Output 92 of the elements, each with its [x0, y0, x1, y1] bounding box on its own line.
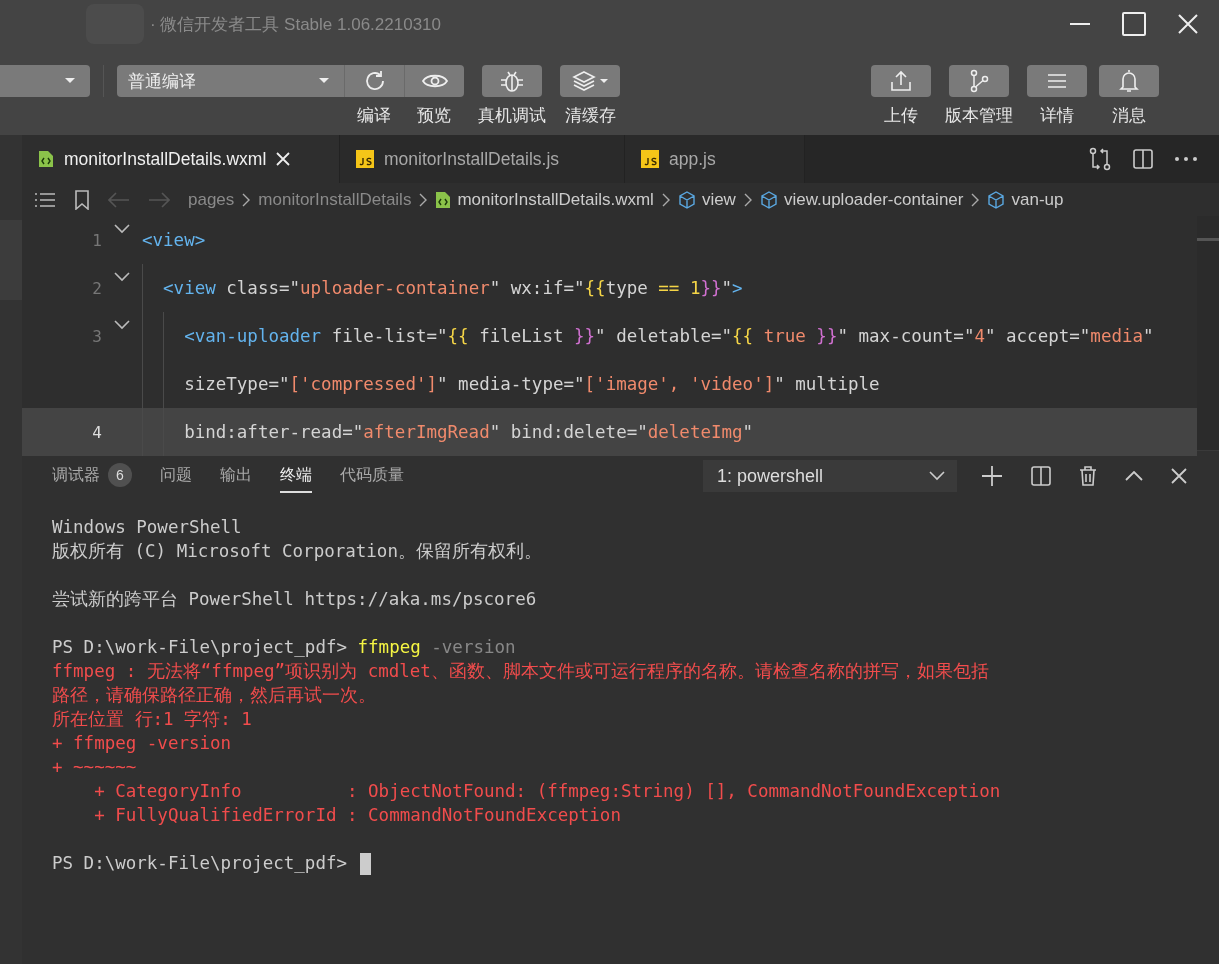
panel-tab[interactable]: 调试器 6	[52, 459, 132, 493]
trash-icon[interactable]	[1079, 466, 1097, 486]
cube-icon	[677, 190, 696, 209]
upload-label: 上传	[884, 105, 918, 127]
maximize-icon	[1122, 12, 1146, 36]
cube-icon	[759, 190, 778, 209]
terminal-line: PS D:\work-File\project_pdf> ffmpeg -version	[52, 636, 516, 659]
code-line: <view class="uploader-container" wx:if="{{type == 1}}">	[162, 278, 743, 298]
layers-icon	[572, 70, 608, 92]
preview-button[interactable]	[404, 65, 464, 97]
minimize-icon	[1069, 23, 1091, 25]
chevron-right-icon	[419, 192, 428, 207]
chevron-right-icon	[743, 192, 752, 207]
panel-tab[interactable]: 输出	[220, 459, 252, 493]
editor-tab[interactable]: app.js	[625, 135, 805, 183]
panel-tab[interactable]: 代码质量	[340, 459, 404, 493]
terminal-line: + ~~~~~~	[52, 756, 137, 779]
eye-icon	[421, 72, 448, 90]
list-icon[interactable]	[34, 191, 56, 208]
breadcrumb-item[interactable]: view.uploader-container	[783, 189, 964, 210]
terminal-line: 所在位置 行:1 字符: 1	[52, 708, 252, 731]
js-file-icon	[641, 150, 659, 168]
terminal-dropdown[interactable]: 1: powershell	[703, 460, 957, 492]
more-icon[interactable]	[1175, 157, 1197, 161]
upload-button[interactable]	[871, 65, 931, 97]
cache-label: 清缓存	[564, 105, 616, 127]
menu-icon	[1047, 73, 1067, 89]
line-number: 1	[92, 230, 102, 250]
compare-icon[interactable]	[1089, 147, 1111, 171]
compile-button[interactable]	[344, 65, 404, 97]
breadcrumb-item[interactable]: monitorInstallDetails.wxml	[457, 189, 654, 210]
count-badge: 6	[108, 463, 132, 487]
terminal-line: + FullyQualifiedErrorId : CommandNotFoundException	[93, 804, 621, 827]
split-icon[interactable]	[1133, 149, 1153, 169]
editor-tab[interactable]: monitorInstallDetails.wxml	[22, 135, 340, 183]
chevron-up-icon[interactable]	[1125, 471, 1143, 481]
compile-label: 编译	[357, 105, 391, 127]
line-number: 2	[92, 278, 102, 298]
chevron-down-icon[interactable]	[114, 224, 130, 234]
terminal-line: PS D:\work-File\project_pdf>	[52, 851, 371, 875]
plus-icon[interactable]	[981, 465, 1003, 487]
line-number: 4	[92, 422, 102, 442]
details-button[interactable]	[1027, 65, 1087, 97]
file-icon	[38, 150, 54, 168]
chevron-down-icon[interactable]	[114, 320, 130, 330]
close-icon	[1178, 14, 1198, 34]
chevron-down-icon[interactable]	[114, 272, 130, 282]
details-label: 详情	[1040, 105, 1074, 127]
code-line: <van-uploader file-list="{{ fileList }}" deletable="{{ true }}" max-count="4" accept="media"	[183, 326, 1154, 346]
messages-label: 消息	[1112, 105, 1146, 127]
terminal-line: 版权所有 (C) Microsoft Corporation。保留所有权利。	[52, 540, 542, 563]
js-file-icon	[356, 150, 374, 168]
cache-button[interactable]	[560, 65, 620, 97]
compile-mode-dropdown[interactable]: 普通编译	[117, 65, 344, 97]
close-icon[interactable]	[1171, 468, 1187, 484]
terminal-line: + ffmpeg -version	[52, 732, 232, 755]
debug-label: 真机调试	[478, 105, 546, 127]
terminal-line: 路径，请确保路径正确，然后再试一次。	[52, 684, 376, 707]
preview-label: 预览	[417, 105, 451, 127]
terminal-line: ffmpeg : 无法将“ffmpeg”项识别为 cmdlet、函数、脚本文件或可运行程序的名称。请检查名称的拼写，如果包括	[52, 660, 989, 683]
chevron-right-icon	[661, 192, 670, 207]
chevron-down-icon	[929, 471, 945, 481]
caret-icon	[65, 78, 75, 84]
file-icon	[435, 190, 452, 209]
editor-tab[interactable]: monitorInstallDetails.js	[340, 135, 625, 183]
version-button[interactable]	[949, 65, 1009, 97]
breadcrumb-item[interactable]: pages	[188, 189, 235, 210]
window-title: · 微信开发者工具 Stable 1.06.2210310	[150, 13, 442, 36]
line-number: 3	[92, 326, 102, 346]
upload-icon	[890, 70, 912, 92]
bookmark-icon[interactable]	[74, 189, 90, 210]
version-label: 版本管理	[945, 105, 1013, 127]
code-line: sizeType="['compressed']" media-type="['image', 'video']" multiple	[183, 374, 880, 394]
code-line: <view>	[142, 230, 206, 250]
messages-button[interactable]	[1099, 65, 1159, 97]
breadcrumb-item[interactable]: monitorInstallDetails	[258, 189, 412, 210]
breadcrumb-item[interactable]: view	[701, 189, 736, 210]
debug-button[interactable]	[482, 65, 542, 97]
breadcrumb-item[interactable]: van-up	[1011, 189, 1064, 210]
terminal-line: + CategoryInfo : ObjectNotFound: (ffmpeg:String) [], CommandNotFoundException	[93, 780, 1001, 803]
chevron-right-icon	[242, 192, 251, 207]
panel-tab[interactable]: 问题	[160, 459, 192, 493]
caret-icon	[319, 78, 329, 84]
bell-icon	[1119, 69, 1139, 93]
split-icon[interactable]	[1031, 466, 1051, 486]
cube-icon	[987, 190, 1006, 209]
chevron-right-icon	[971, 192, 980, 207]
terminal-line: Windows PowerShell	[52, 516, 242, 539]
terminal-line: 尝试新的跨平台 PowerShell https://aka.ms/pscore6	[52, 588, 537, 611]
branch-icon	[968, 69, 990, 93]
panel-tab[interactable]: 终端	[280, 459, 312, 493]
code-line: bind:after-read="afterImgRead" bind:delete="deleteImg"	[183, 422, 754, 442]
